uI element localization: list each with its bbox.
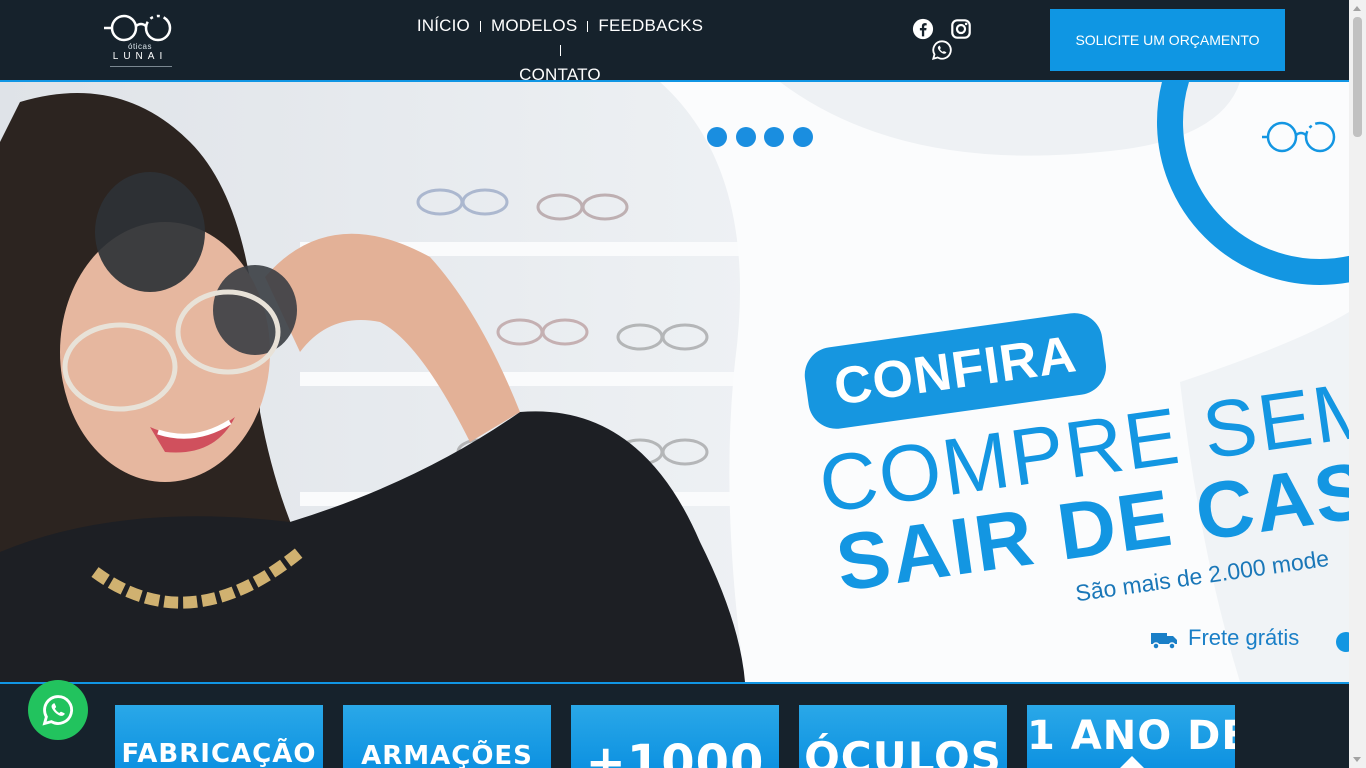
feature-card-label: ARMAÇÕES — [361, 741, 533, 768]
feature-card-1000[interactable]: +1000 — [571, 705, 779, 768]
instagram-icon[interactable] — [950, 18, 972, 40]
features-band: FABRICAÇÃO ARMAÇÕES +1000 ÓCULOS 1 ANO D… — [0, 682, 1349, 768]
hero-banner: CONFIRA COMPRE SEM SAIR DE CASA São mais… — [0, 82, 1349, 682]
social-links — [908, 16, 974, 64]
feature-card-label: +1000 — [585, 735, 765, 768]
nav-separator — [479, 21, 481, 33]
free-shipping-text: Frete grátis — [1188, 625, 1300, 650]
feature-card-armacoes[interactable]: ARMAÇÕES — [343, 705, 551, 768]
page-scrollbar[interactable] — [1349, 0, 1366, 768]
feature-card-oculos[interactable]: ÓCULOS — [799, 705, 1007, 768]
feature-card-label: FABRICAÇÃO — [121, 739, 317, 768]
carousel-dot[interactable] — [793, 127, 813, 147]
whatsapp-icon[interactable] — [931, 39, 953, 61]
site-header: óticas LUNAI INÍCIO MODELOS FEEDBACKS CONT… — [0, 0, 1349, 84]
whatsapp-icon — [42, 695, 73, 726]
truck-icon — [1151, 633, 1177, 650]
hero-accent-dot — [1336, 632, 1349, 652]
carousel-dot[interactable] — [764, 127, 784, 147]
feature-card-label: ÓCULOS — [804, 733, 1002, 768]
feature-card-label: 1 ANO DE — [1027, 713, 1235, 759]
carousel-dot[interactable] — [736, 127, 756, 147]
nav-inicio[interactable]: INÍCIO — [417, 16, 470, 35]
brand-underline — [110, 66, 172, 67]
main-nav: INÍCIO MODELOS FEEDBACKS CONTATO — [410, 14, 710, 88]
feature-card-fabricacao[interactable]: FABRICAÇÃO — [115, 705, 323, 768]
facebook-icon[interactable] — [912, 18, 934, 40]
carousel-dot[interactable] — [707, 127, 727, 147]
brand-small-text: óticas — [128, 42, 152, 51]
nav-modelos[interactable]: MODELOS — [491, 16, 577, 35]
feature-card-garantia[interactable]: 1 ANO DE — [1027, 705, 1235, 768]
scroll-up-arrow-icon[interactable] — [1353, 6, 1361, 11]
nav-separator — [559, 45, 561, 57]
scroll-down-arrow-icon[interactable] — [1353, 757, 1361, 762]
scrollbar-thumb[interactable] — [1353, 17, 1362, 137]
request-quote-button[interactable]: SOLICITE UM ORÇAMENTO — [1050, 9, 1285, 71]
brand-logo[interactable]: óticas LUNAI — [104, 12, 176, 68]
brand-name: LUNAI — [112, 51, 168, 62]
whatsapp-float-button[interactable] — [28, 680, 88, 740]
glasses-logo-icon — [104, 14, 172, 42]
nav-separator — [587, 21, 589, 33]
nav-feedbacks[interactable]: FEEDBACKS — [598, 16, 703, 35]
